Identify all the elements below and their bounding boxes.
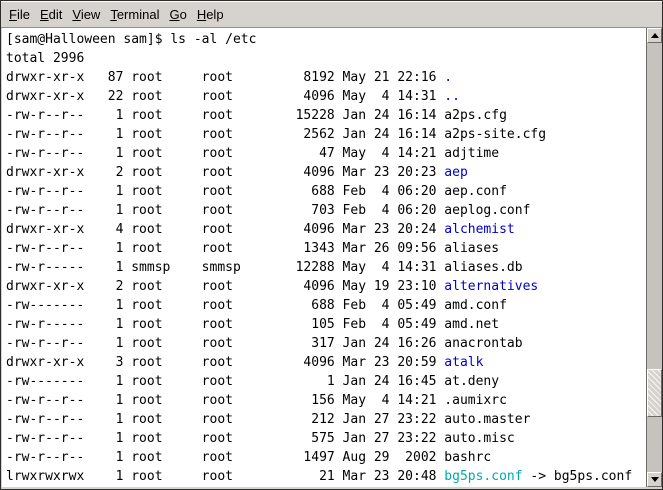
line-text: anacrontab xyxy=(444,336,522,351)
line-text: -> bg5ps.conf xyxy=(523,469,633,484)
directory-name: . xyxy=(444,70,452,85)
menu-label-rest: o xyxy=(180,7,187,22)
line-text: -rw-r--r-- 1 root root 317 Jan 24 16:26 xyxy=(6,336,444,351)
menu-view[interactable]: View xyxy=(67,5,105,24)
line-text: -rw-r--r-- 1 root root 15228 Jan 24 16:1… xyxy=(6,108,444,123)
down-arrow-icon xyxy=(651,477,659,482)
terminal-line: -rw-r----- 1 smmsp smmsp 12288 May 4 14:… xyxy=(6,258,646,277)
line-text: adjtime xyxy=(444,146,499,161)
line-text: -rw-r--r-- 1 root root 47 May 4 14:21 xyxy=(6,146,444,161)
line-text: aep.conf xyxy=(444,184,507,199)
scrollbar-up-button[interactable] xyxy=(647,28,662,43)
line-text: -rw------- 1 root root 1 Jan 24 16:45 xyxy=(6,374,444,389)
terminal-line: [sam@Halloween sam]$ ls -al /etc xyxy=(6,30,646,49)
menu-accel-letter: F xyxy=(9,7,17,22)
terminal-line: drwxr-xr-x 2 root root 4096 May 19 23:10… xyxy=(6,277,646,296)
scrollbar-thumb[interactable] xyxy=(647,369,662,417)
terminal-line: -rw-r--r-- 1 root root 688 Feb 4 06:20 a… xyxy=(6,182,646,201)
terminal-line: -rw-r--r-- 1 root root 156 May 4 14:21 .… xyxy=(6,391,646,410)
line-text: -rw-r--r-- 1 root root 703 Feb 4 06:20 xyxy=(6,203,444,218)
directory-name: atalk xyxy=(444,355,483,370)
terminal-window: FileEditViewTerminalGoHelp [sam@Hallowee… xyxy=(0,0,663,490)
terminal-line: -rw-r--r-- 1 root root 212 Jan 27 23:22 … xyxy=(6,410,646,429)
menu-accel-letter: G xyxy=(169,7,179,22)
menu-label-rest: ile xyxy=(17,7,30,22)
terminal-line: -rw-r--r-- 1 root root 47 May 4 14:21 ad… xyxy=(6,144,646,163)
menu-help[interactable]: Help xyxy=(192,5,229,24)
line-text: drwxr-xr-x 87 root root 8192 May 21 22:1… xyxy=(6,70,444,85)
line-text: .aumixrc xyxy=(444,393,507,408)
terminal-line: -rw------- 1 root root 1 Jan 24 16:45 at… xyxy=(6,372,646,391)
line-text: auto.master xyxy=(444,412,530,427)
line-text: -rw------- 1 root root 688 Feb 4 05:49 xyxy=(6,298,444,313)
menu-terminal[interactable]: Terminal xyxy=(105,5,164,24)
menu-label-rest: dit xyxy=(49,7,63,22)
terminal-line: -rw-r----- 1 root root 105 Feb 4 05:49 a… xyxy=(6,315,646,334)
line-text: auto.misc xyxy=(444,431,514,446)
line-text: amd.conf xyxy=(444,298,507,313)
terminal-line: drwxr-xr-x 22 root root 4096 May 4 14:31… xyxy=(6,87,646,106)
menu-bar: FileEditViewTerminalGoHelp xyxy=(1,1,662,28)
line-text: -rw-r--r-- 1 root root 2562 Jan 24 16:14 xyxy=(6,127,444,142)
line-text: lrwxrwxrwx 1 root root 21 Mar 23 20:48 xyxy=(6,469,444,484)
terminal-line: lrwxrwxrwx 1 root root 21 Mar 23 20:48 b… xyxy=(6,467,646,486)
directory-name: aep xyxy=(444,165,467,180)
menu-accel-letter: V xyxy=(72,7,80,22)
menu-label-rest: elp xyxy=(206,7,223,22)
terminal-screen[interactable]: [sam@Halloween sam]$ ls -al /etc total 29… xyxy=(2,28,646,487)
line-text: drwxr-xr-x 2 root root 4096 May 19 23:10 xyxy=(6,279,444,294)
terminal-line: -rw-r--r-- 1 root root 1497 Aug 29 2002 … xyxy=(6,448,646,467)
line-text: -rw-r--r-- 1 root root 575 Jan 27 23:22 xyxy=(6,431,444,446)
line-text: bashrc xyxy=(444,450,491,465)
menu-accel-letter: E xyxy=(40,7,49,22)
terminal-content: [sam@Halloween sam]$ ls -al /etc total 29… xyxy=(1,28,662,489)
line-text: a2ps.cfg xyxy=(444,108,507,123)
line-text: a2ps-site.cfg xyxy=(444,127,546,142)
directory-name: .. xyxy=(444,89,460,104)
line-text: [sam@Halloween sam]$ ls -al /etc xyxy=(6,32,256,47)
line-text: aliases.db xyxy=(444,260,522,275)
directory-name: alternatives xyxy=(444,279,538,294)
line-text: -rw-r--r-- 1 root root 1343 Mar 26 09:56 xyxy=(6,241,444,256)
terminal-line: -rw-r--r-- 1 root root 703 Feb 4 06:20 a… xyxy=(6,201,646,220)
menu-go[interactable]: Go xyxy=(164,5,191,24)
line-text: -rw-r--r-- 1 root root 212 Jan 27 23:22 xyxy=(6,412,444,427)
line-text: at.deny xyxy=(444,374,499,389)
terminal-line: drwxr-xr-x 3 root root 4096 Mar 23 20:59… xyxy=(6,353,646,372)
line-text: amd.net xyxy=(444,317,499,332)
line-text: drwxr-xr-x 22 root root 4096 May 4 14:31 xyxy=(6,89,444,104)
line-text: -rw-r----- 1 smmsp smmsp 12288 May 4 14:… xyxy=(6,260,444,275)
menu-label-rest: erminal xyxy=(117,7,160,22)
scrollbar-trough[interactable] xyxy=(647,43,662,472)
menu-edit[interactable]: Edit xyxy=(35,5,67,24)
line-text: drwxr-xr-x 4 root root 4096 Mar 23 20:24 xyxy=(6,222,444,237)
line-text: -rw-r--r-- 1 root root 1497 Aug 29 2002 xyxy=(6,450,444,465)
directory-name: alchemist xyxy=(444,222,514,237)
scrollbar-down-button[interactable] xyxy=(647,472,662,487)
terminal-line: drwxr-xr-x 2 root root 4096 Mar 23 20:23… xyxy=(6,163,646,182)
terminal-line: -rw------- 1 root root 688 Feb 4 05:49 a… xyxy=(6,296,646,315)
menu-accel-letter: H xyxy=(197,7,206,22)
scrollbar xyxy=(646,28,662,487)
line-text: aliases xyxy=(444,241,499,256)
line-text: -rw-r----- 1 root root 105 Feb 4 05:49 xyxy=(6,317,444,332)
line-text: total 2996 xyxy=(6,51,84,66)
up-arrow-icon xyxy=(651,33,659,38)
line-text: drwxr-xr-x 3 root root 4096 Mar 23 20:59 xyxy=(6,355,444,370)
terminal-line: drwxr-xr-x 4 root root 4096 Mar 23 20:24… xyxy=(6,220,646,239)
terminal-line: total 2996 xyxy=(6,49,646,68)
terminal-line: -rw-r--r-- 1 root root 317 Jan 24 16:26 … xyxy=(6,334,646,353)
line-text: drwxr-xr-x 2 root root 4096 Mar 23 20:23 xyxy=(6,165,444,180)
line-text: -rw-r--r-- 1 root root 688 Feb 4 06:20 xyxy=(6,184,444,199)
line-text: aeplog.conf xyxy=(444,203,530,218)
terminal-line: -rw-r--r-- 1 root root 1343 Mar 26 09:56… xyxy=(6,239,646,258)
terminal-line: drwxr-xr-x 87 root root 8192 May 21 22:1… xyxy=(6,68,646,87)
menu-label-rest: iew xyxy=(81,7,101,22)
symlink-name: bg5ps.conf xyxy=(444,469,522,484)
terminal-line: -rw-r--r-- 1 root root 15228 Jan 24 16:1… xyxy=(6,106,646,125)
line-text: -rw-r--r-- 1 root root 156 May 4 14:21 xyxy=(6,393,444,408)
menu-file[interactable]: File xyxy=(4,5,35,24)
terminal-line: -rw-r--r-- 1 root root 575 Jan 27 23:22 … xyxy=(6,429,646,448)
terminal-line: -rw-r--r-- 1 root root 2562 Jan 24 16:14… xyxy=(6,125,646,144)
